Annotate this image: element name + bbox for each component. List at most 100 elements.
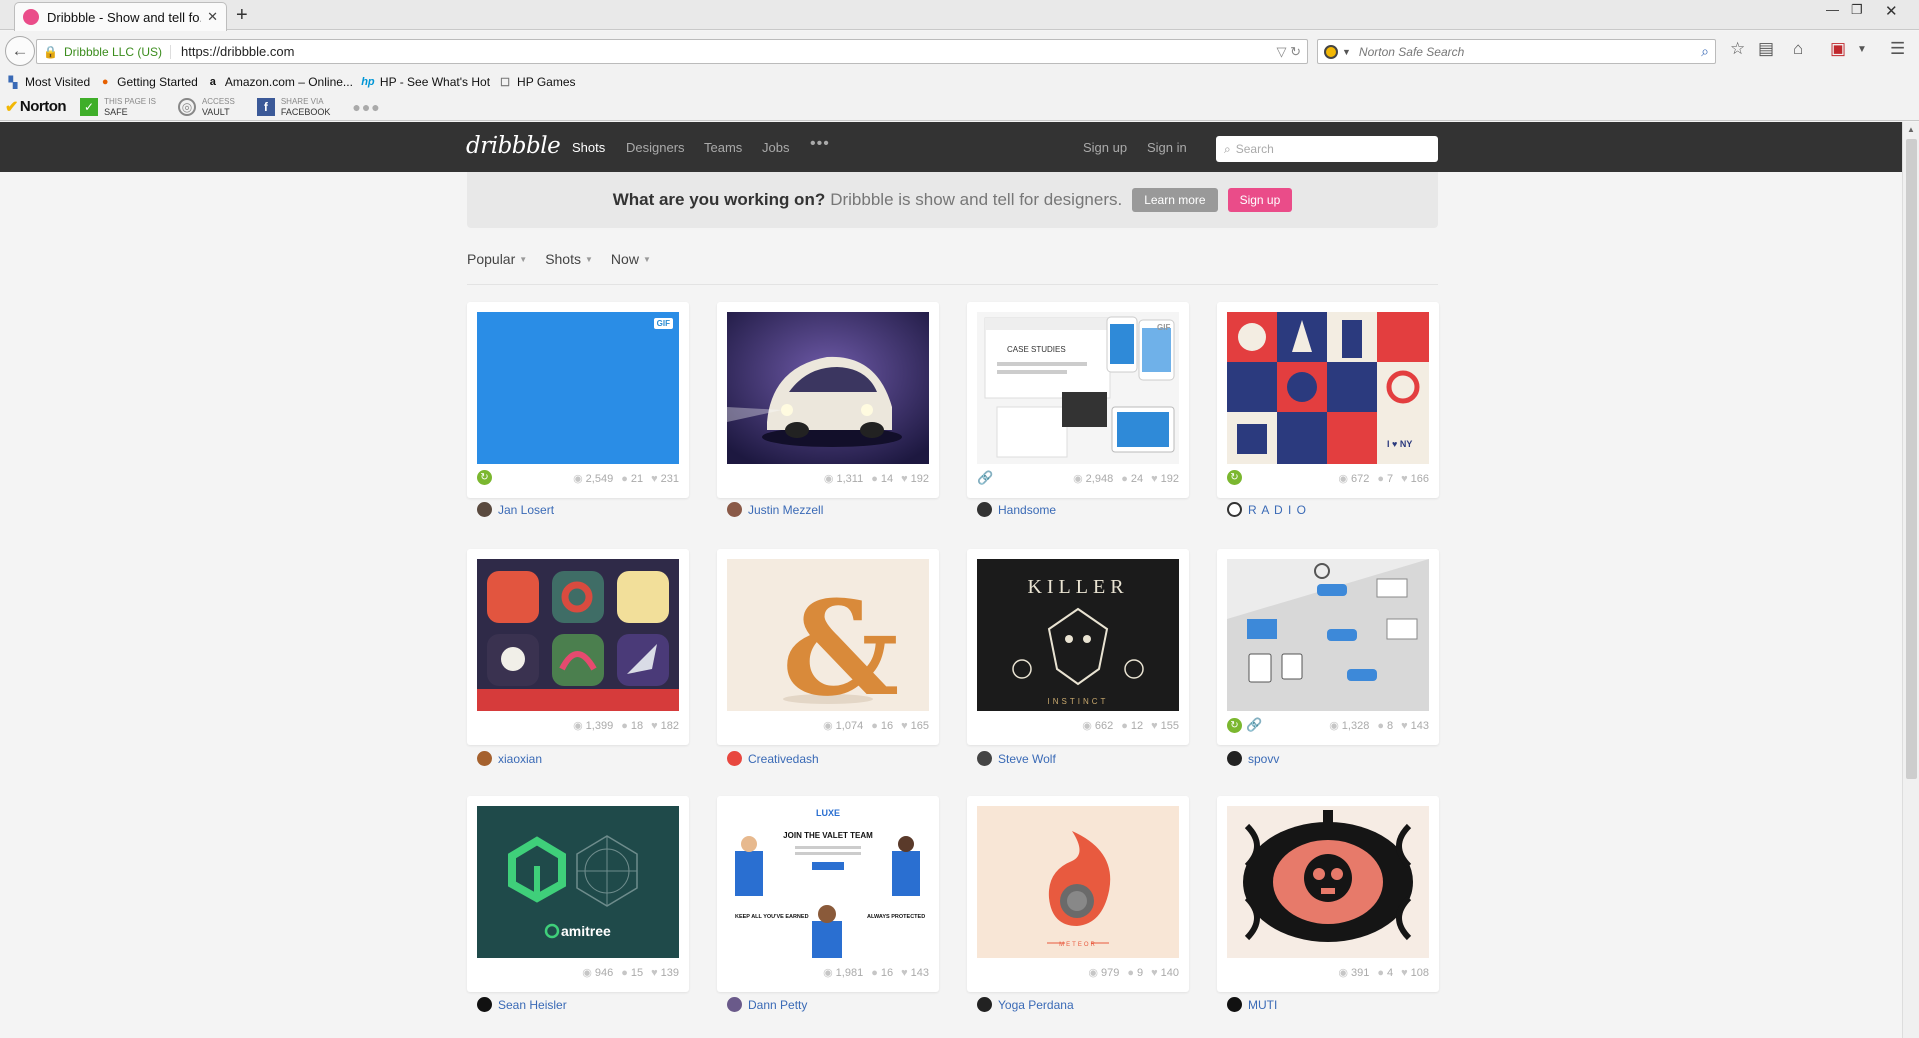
url-bar[interactable]: 🔒 Dribbble LLC (US) https://dribbble.com… [36,39,1308,64]
likes-count[interactable]: ♥ 143 [901,966,929,979]
shot-card[interactable]: ↻ 🔗 ◉ 1,328 ● 8 ♥ 143 [1217,549,1439,745]
nav-jobs[interactable]: Jobs [762,140,789,155]
scrollbar-thumb[interactable] [1906,139,1917,779]
bookmark-amazon[interactable]: a Amazon.com – Online... [206,75,353,89]
shot-author[interactable]: Creativedash [727,751,819,766]
rebound-icon[interactable]: ↻ [1227,717,1242,733]
shot-card[interactable]: KILLER INSTINCT ◉ 662 ● 12 ♥ 155 [967,549,1189,745]
shot-thumbnail[interactable]: METEOR [977,806,1179,958]
link-icon[interactable]: 🔗 [1246,717,1262,733]
page-scrollbar[interactable]: ▲ [1902,122,1919,1038]
shot-author[interactable]: Handsome [977,502,1056,517]
shot-thumbnail[interactable] [727,312,929,464]
avatar[interactable] [477,502,492,517]
shot-thumbnail[interactable] [1227,806,1429,958]
shot-thumbnail[interactable]: KILLER INSTINCT [977,559,1179,711]
comments-count[interactable]: ● 9 [1127,966,1143,979]
shot-author[interactable]: Sean Heisler [477,997,567,1012]
likes-count[interactable]: ♥ 182 [651,719,679,732]
shot-card[interactable]: LUXE JOIN THE VALET TEAM KEEP ALL YOU'VE… [717,796,939,992]
shot-thumbnail[interactable]: I ♥ NY [1227,312,1429,464]
avatar[interactable] [1227,997,1242,1012]
likes-count[interactable]: ♥ 231 [651,472,679,485]
signin-link[interactable]: Sign in [1147,140,1187,155]
shot-card[interactable]: & ◉ 1,074 ● 16 ♥ 165 [717,549,939,745]
filter-popular[interactable]: Popular ▼ [467,251,527,267]
bookmark-getting-started[interactable]: ● Getting Started [98,75,198,89]
rebound-icon[interactable]: ↻ [477,470,492,485]
search-icon[interactable]: ⌕ [1701,43,1709,60]
close-window-icon[interactable]: ✕ [1885,2,1898,20]
shot-author[interactable]: Justin Mezzell [727,502,823,517]
shot-thumbnail[interactable]: CASE STUDIES GIF [977,312,1179,464]
comments-count[interactable]: ● 14 [871,472,893,485]
menu-icon[interactable]: ☰ [1890,39,1905,59]
shot-author[interactable]: R A D I O [1227,502,1307,517]
avatar[interactable] [477,751,492,766]
shot-card[interactable]: amitree ◉ 946 ● 15 ♥ 139 [467,796,689,992]
shot-card[interactable]: CASE STUDIES GIF 🔗 ◉ 2,948 ● 24 ♥ 192 [967,302,1189,498]
shot-author[interactable]: spovv [1227,751,1279,766]
norton-safe-page-status[interactable]: ✓ THIS PAGE IS SAFE [80,96,156,118]
shot-thumbnail[interactable]: & [727,559,929,711]
reload-icon[interactable]: ▽ ↻ [1276,44,1301,60]
shot-author[interactable]: Steve Wolf [977,751,1056,766]
norton-logo[interactable]: ✔ Norton [5,97,67,117]
shot-author[interactable]: xiaoxian [477,751,542,766]
home-icon[interactable]: ⌂ [1793,39,1803,59]
likes-count[interactable]: ♥ 139 [651,966,679,979]
shot-author[interactable]: Jan Losert [477,502,554,517]
avatar[interactable] [727,997,742,1012]
shot-author[interactable]: MUTI [1227,997,1277,1012]
comments-count[interactable]: ● 7 [1377,472,1393,485]
shot-card[interactable]: ◉ 1,311 ● 14 ♥ 192 [717,302,939,498]
comments-count[interactable]: ● 12 [1121,719,1143,732]
bookmark-star-icon[interactable]: ☆ [1730,39,1745,59]
comments-count[interactable]: ● 8 [1377,719,1393,732]
avatar[interactable] [1227,502,1242,517]
link-icon[interactable]: 🔗 [977,470,993,486]
filter-shots[interactable]: Shots ▼ [545,251,593,267]
comments-count[interactable]: ● 24 [1121,472,1143,485]
likes-count[interactable]: ♥ 143 [1401,719,1429,732]
shot-card[interactable]: GIF ↻ ◉ 2,549 ● 21 ♥ 231 [467,302,689,498]
filter-time[interactable]: Now ▼ [611,251,651,267]
chevron-down-icon[interactable]: ▼ [1342,47,1351,57]
scroll-up-icon[interactable]: ▲ [1907,125,1915,134]
back-button[interactable]: ← [5,36,35,66]
likes-count[interactable]: ♥ 108 [1401,966,1429,979]
likes-count[interactable]: ♥ 165 [901,719,929,732]
nav-more-icon[interactable]: ••• [810,135,830,153]
shot-card[interactable]: I ♥ NY ↻ ◉ 672 ● 7 ♥ 166 [1217,302,1439,498]
comments-count[interactable]: ● 16 [871,719,893,732]
norton-toolbar-icon[interactable]: ▣ [1830,39,1846,59]
shot-author[interactable]: Dann Petty [727,997,807,1012]
browser-search-input[interactable]: Norton Safe Search [1359,45,1701,59]
likes-count[interactable]: ♥ 155 [1151,719,1179,732]
avatar[interactable] [477,997,492,1012]
nav-teams[interactable]: Teams [704,140,742,155]
learn-more-button[interactable]: Learn more [1132,188,1218,212]
norton-access-vault[interactable]: ◎ ACCESS VAULT [177,96,235,118]
url-text[interactable]: https://dribbble.com [181,44,1276,59]
shot-card[interactable]: METEOR ◉ 979 ● 9 ♥ 140 [967,796,1189,992]
rebound-icon[interactable]: ↻ [1227,470,1242,485]
comments-count[interactable]: ● 16 [871,966,893,979]
signup-link[interactable]: Sign up [1083,140,1127,155]
browser-tab-dribbble[interactable]: Dribbble - Show and tell fo... ✕ [14,2,227,31]
close-tab-icon[interactable]: ✕ [207,9,218,25]
site-search-input[interactable]: ⌕ Search [1216,136,1438,162]
bookmark-most-visited[interactable]: ▚ Most Visited [6,75,90,89]
comments-count[interactable]: ● 4 [1377,966,1393,979]
avatar[interactable] [727,751,742,766]
shot-thumbnail[interactable] [1227,559,1429,711]
restore-window-icon[interactable]: ❐ [1851,2,1863,18]
likes-count[interactable]: ♥ 192 [1151,472,1179,485]
avatar[interactable] [977,751,992,766]
banner-signup-button[interactable]: Sign up [1227,188,1293,212]
avatar[interactable] [977,502,992,517]
norton-search-engine-icon[interactable] [1324,44,1338,59]
likes-count[interactable]: ♥ 140 [1151,966,1179,979]
new-tab-button[interactable]: + [236,4,248,27]
shot-thumbnail[interactable]: LUXE JOIN THE VALET TEAM KEEP ALL YOU'VE… [727,806,929,958]
